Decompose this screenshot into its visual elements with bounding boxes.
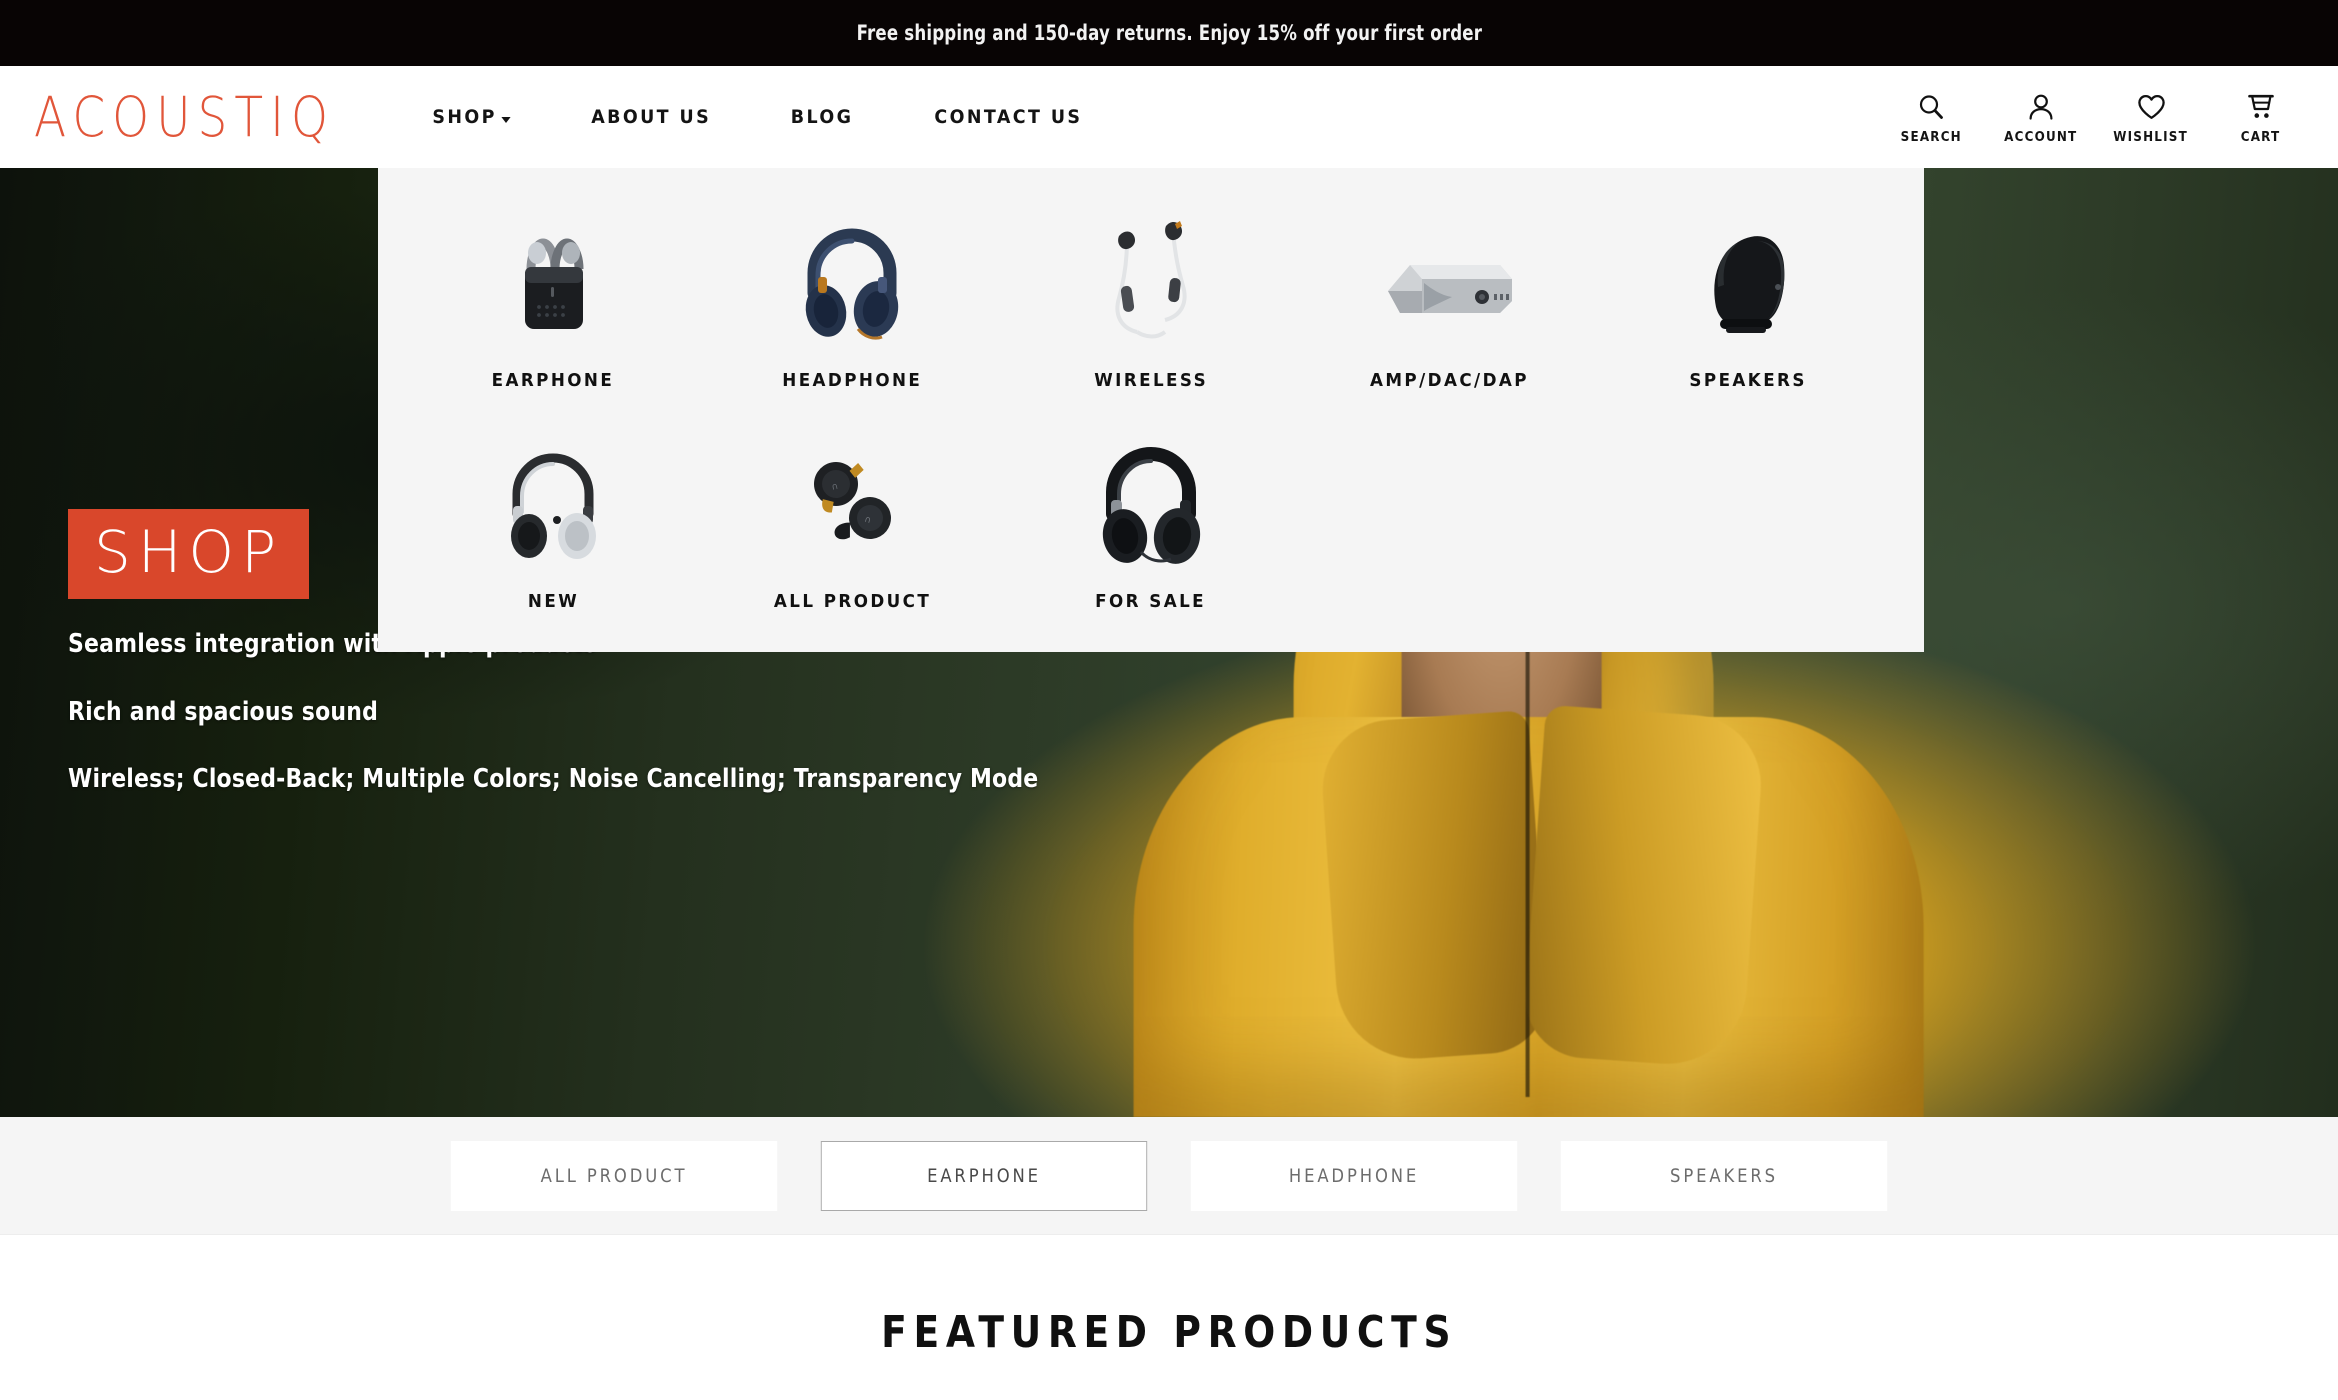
shop-mega-menu: EARPHONE HEADPHONE WIRELESS AMP/DAC/DAP … xyxy=(378,168,1924,652)
mega-menu-item-speakers[interactable]: SPEAKERS xyxy=(1599,204,1898,391)
account-icon xyxy=(2026,90,2056,124)
shop-badge[interactable]: SHOP xyxy=(68,509,310,600)
mega-menu-item-amp-dac-dap[interactable]: AMP/DAC/DAP xyxy=(1300,204,1599,391)
mega-menu-row-1: EARPHONE HEADPHONE WIRELESS AMP/DAC/DAP … xyxy=(404,204,1898,391)
chevron-down-icon xyxy=(501,117,511,123)
earbuds-case-icon xyxy=(404,216,703,348)
speaker-icon xyxy=(1599,216,1898,348)
mega-menu-item-wireless[interactable]: WIRELESS xyxy=(1002,204,1301,391)
primary-nav: SHOP ABOUT US BLOG CONTACT US xyxy=(393,106,1125,128)
nav-item-shop[interactable]: SHOP xyxy=(399,106,544,128)
mega-menu-item-earphone-label: EARPHONE xyxy=(492,370,615,391)
mega-menu-empty-cell-1 xyxy=(1300,425,1599,612)
mega-menu-item-wireless-label: WIRELESS xyxy=(1094,370,1208,391)
account-button[interactable]: ACCOUNT xyxy=(2004,90,2078,145)
mega-menu-item-all-product-label: ALL PRODUCT xyxy=(773,591,931,612)
brand-logo[interactable]: ACOUSTIQ xyxy=(34,85,335,150)
mega-menu-item-for-sale-label: FOR SALE xyxy=(1095,591,1207,612)
cart-button[interactable]: CART xyxy=(2224,90,2298,145)
nav-item-shop-label: SHOP xyxy=(432,106,497,128)
filter-tab-all-product[interactable]: ALL PRODUCT xyxy=(450,1140,778,1211)
amplifier-icon xyxy=(1300,216,1599,348)
nav-item-about-us[interactable]: ABOUT US xyxy=(558,106,744,128)
featured-products-title: FEATURED PRODUCTS xyxy=(880,1307,1458,1358)
nav-item-contact-us[interactable]: CONTACT US xyxy=(902,106,1116,128)
silver-onear-headphone-icon xyxy=(404,437,703,569)
hood-flap-right xyxy=(1521,704,1766,1070)
mega-menu-item-amp-dac-dap-label: AMP/DAC/DAP xyxy=(1370,370,1530,391)
nav-item-blog-label: BLOG xyxy=(791,106,854,128)
filter-tab-headphone[interactable]: HEADPHONE xyxy=(1190,1140,1518,1211)
mega-menu-item-earphone[interactable]: EARPHONE xyxy=(404,204,703,391)
nav-item-contact-us-label: CONTACT US xyxy=(934,106,1083,128)
true-wireless-earbuds-icon: ∩ ∩ xyxy=(703,437,1002,569)
hero-line-2: Rich and spacious sound xyxy=(68,696,378,727)
nav-item-blog[interactable]: BLOG xyxy=(758,106,887,128)
account-label: ACCOUNT xyxy=(2004,129,2078,145)
black-overear-headphone-icon xyxy=(1002,437,1301,569)
announcement-bar: Free shipping and 150-day returns. Enjoy… xyxy=(0,0,2338,66)
mega-menu-item-for-sale[interactable]: FOR SALE xyxy=(1002,425,1301,612)
search-button[interactable]: SEARCH xyxy=(1894,90,1968,145)
neckband-earphone-icon xyxy=(1002,216,1301,348)
announcement-text: Free shipping and 150-day returns. Enjoy… xyxy=(856,21,1482,45)
heart-icon xyxy=(2136,90,2167,124)
mega-menu-row-2: NEW ∩ ∩ ALL PRODUCT FOR SALE xyxy=(404,425,1898,612)
search-label: SEARCH xyxy=(1900,129,1962,145)
featured-products-section: FEATURED PRODUCTS xyxy=(0,1235,2338,1358)
cart-label: CART xyxy=(2241,129,2281,145)
wishlist-button[interactable]: WISHLIST xyxy=(2114,90,2188,145)
mega-menu-item-speakers-label: SPEAKERS xyxy=(1689,370,1808,391)
wishlist-label: WISHLIST xyxy=(2113,129,2189,145)
site-header: ACOUSTIQ SHOP ABOUT US BLOG CONTACT US S… xyxy=(0,66,2338,168)
nav-item-about-us-label: ABOUT US xyxy=(591,106,712,128)
mega-menu-item-headphone-label: HEADPHONE xyxy=(782,370,923,391)
cart-icon xyxy=(2246,90,2276,124)
filter-tab-speakers[interactable]: SPEAKERS xyxy=(1560,1140,1888,1211)
filter-tab-earphone[interactable]: EARPHONE xyxy=(820,1140,1148,1211)
mega-menu-empty-cell-2 xyxy=(1599,425,1898,612)
hood-flap-left xyxy=(1317,710,1551,1064)
navy-headphone-icon xyxy=(703,216,1002,348)
mega-menu-item-all-product[interactable]: ∩ ∩ ALL PRODUCT xyxy=(703,425,1002,612)
search-icon xyxy=(1916,90,1946,124)
mega-menu-item-new-label: NEW xyxy=(527,591,579,612)
hero-line-3: Wireless; Closed-Back; Multiple Colors; … xyxy=(68,763,1039,794)
mega-menu-item-headphone[interactable]: HEADPHONE xyxy=(703,204,1002,391)
product-filter-bar: ALL PRODUCT EARPHONE HEADPHONE SPEAKERS xyxy=(0,1117,2338,1235)
header-actions: SEARCH ACCOUNT WISHLIST CART xyxy=(1894,90,2306,145)
hero-section: SHOP Seamless integration with Apple pro… xyxy=(0,168,2338,1117)
mega-menu-item-new[interactable]: NEW xyxy=(404,425,703,612)
